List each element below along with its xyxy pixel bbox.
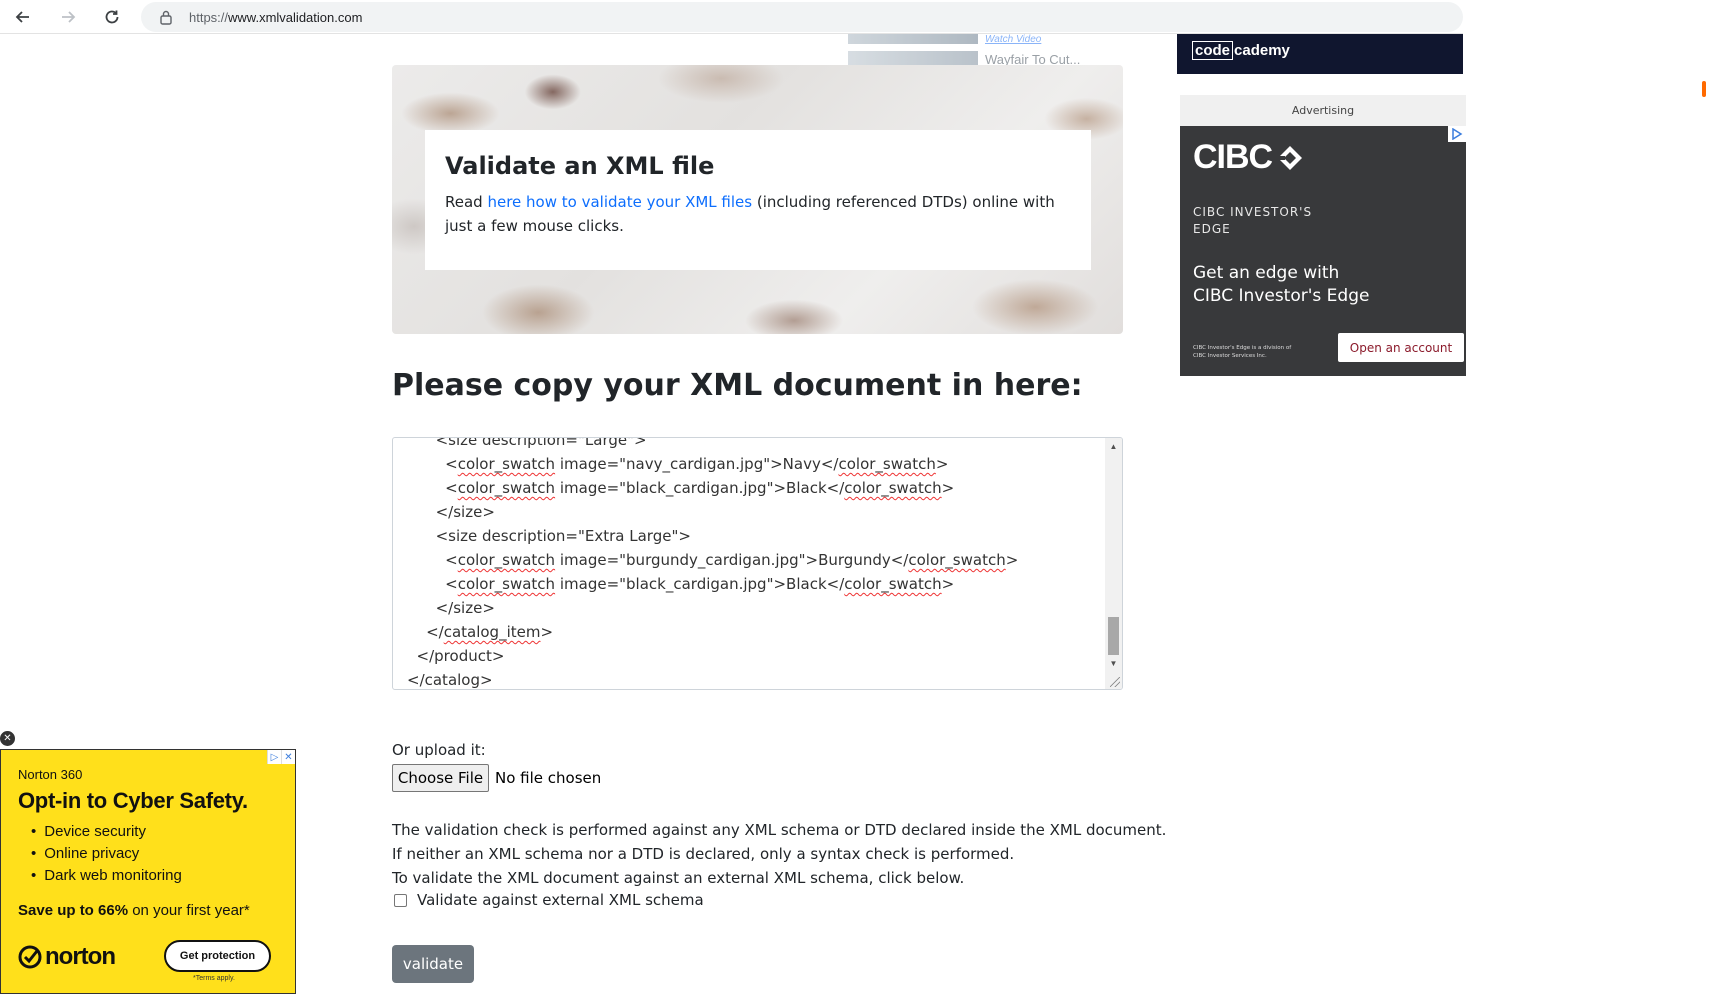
norton-terms: *Terms apply. [193, 975, 235, 982]
url-scheme: https:// [189, 10, 229, 25]
norton-check-icon [18, 945, 42, 969]
cibc-subtitle-line: CIBC INVESTOR'S [1193, 205, 1313, 219]
cibc-ad[interactable]: CIBC CIBC INVESTOR'S EDGE Get an edge wi… [1180, 126, 1466, 376]
checkbox-label[interactable]: Validate against external XML schema [417, 891, 704, 909]
ad-thumbnail[interactable] [848, 51, 978, 65]
advertising-label: Advertising [1180, 95, 1466, 126]
info-line: To validate the XML document against an … [392, 869, 965, 887]
codecademy-ad[interactable]: code cademy [1177, 34, 1463, 74]
banner-card: Validate an XML file Read here how to va… [425, 130, 1091, 270]
back-arrow-icon [15, 11, 29, 23]
ad-watch-video-link[interactable]: Watch Video [985, 34, 1041, 45]
logo-rest-text: cademy [1234, 42, 1290, 59]
adchoices[interactable]: ▷ ✕ [267, 750, 295, 764]
xml-line: <size description="Extra Large"> [407, 527, 691, 545]
file-status: No file chosen [495, 769, 602, 787]
scrollbar-thumb[interactable] [1108, 617, 1119, 655]
how-to-validate-link[interactable]: here how to validate your XML files [487, 193, 752, 211]
resize-grip-icon[interactable] [1110, 677, 1120, 687]
norton-offer: Save up to 66% on your first year* [18, 902, 250, 919]
xml-content: <size description="Large"> <color_swatch… [407, 437, 1019, 689]
xml-line: </size> [407, 503, 495, 521]
logo-boxed-text: code [1192, 41, 1234, 60]
adchoices-icon[interactable]: ▷ [267, 750, 281, 764]
norton-feature-item: Dark web monitoring [31, 865, 182, 887]
xml-line: </product> [407, 647, 505, 665]
url-host: www.xmlvalidation.com [228, 10, 363, 25]
choose-file-button[interactable]: Choose File [392, 764, 489, 792]
norton-ad[interactable]: ▷ ✕ Norton 360 Opt-in to Cyber Safety. D… [0, 749, 296, 994]
cibc-logo: CIBC [1193, 138, 1304, 177]
norton-offer-strong: Save up to 66% [18, 902, 129, 919]
xml-line: </catalog> [407, 671, 493, 689]
norton-feature-list: Device securityOnline privacyDark web mo… [31, 821, 182, 887]
ad-thumbnail[interactable] [848, 34, 978, 44]
textarea-scrollbar[interactable]: ▲ ▼ [1105, 438, 1122, 689]
norton-brand: Norton 360 [18, 767, 83, 782]
info-line: The validation check is performed agains… [392, 821, 1167, 839]
reload-button[interactable] [99, 4, 125, 30]
validation-info: The validation check is performed agains… [392, 818, 1166, 890]
norton-headline: Opt-in to Cyber Safety. [18, 788, 248, 813]
xml-line: <color_swatch image="burgundy_cardigan.j… [407, 551, 1019, 569]
cibc-logo-text: CIBC [1193, 138, 1273, 176]
url-text: https://www.xmlvalidation.com [189, 10, 362, 25]
open-account-button[interactable]: Open an account [1338, 333, 1464, 362]
scroll-up-icon[interactable]: ▲ [1105, 438, 1122, 455]
cibc-chevron-icon [1276, 145, 1303, 170]
close-ad-icon[interactable]: ✕ [281, 750, 295, 764]
back-button[interactable] [10, 4, 36, 30]
lock-icon [160, 10, 172, 25]
codecademy-logo: code cademy [1192, 41, 1290, 60]
norton-feature-item: Online privacy [31, 843, 182, 865]
edge-indicator [1702, 81, 1706, 97]
reload-icon [105, 10, 119, 24]
forward-arrow-icon [62, 11, 76, 23]
norton-offer-rest: on your first year* [128, 902, 250, 919]
norton-logo: norton [18, 943, 116, 971]
cibc-fineprint-line: CIBC Investor's Edge is a division of [1193, 345, 1292, 351]
adchoices-icon[interactable] [1448, 126, 1466, 142]
browser-toolbar: https://www.xmlvalidation.com [0, 0, 1463, 34]
banner-text-before: Read [445, 193, 488, 211]
info-line: If neither an XML schema nor a DTD is de… [392, 845, 1015, 863]
page-heading: Please copy your XML document in here: [392, 368, 1083, 403]
xml-line: </size> [407, 599, 495, 617]
xml-line: </catalog_item> [407, 623, 554, 641]
norton-feature-item: Device security [31, 821, 182, 843]
hero-banner: Validate an XML file Read here how to va… [392, 65, 1123, 334]
xml-line: <color_swatch image="navy_cardigan.jpg">… [407, 455, 949, 473]
external-schema-option[interactable]: Validate against external XML schema [392, 891, 704, 909]
cibc-headline-line: Get an edge with [1193, 263, 1340, 283]
banner-text: Read here how to validate your XML files… [445, 190, 1085, 238]
cibc-fineprint-line: CIBC Investor Services Inc. [1193, 353, 1267, 359]
cibc-headline: Get an edge with CIBC Investor's Edge [1193, 262, 1369, 308]
xml-input-textarea[interactable]: <size description="Large"> <color_swatch… [392, 437, 1123, 690]
xml-line: <size description="Large"> [407, 437, 647, 449]
upload-label: Or upload it: [392, 741, 486, 759]
xml-line: <color_swatch image="black_cardigan.jpg"… [407, 479, 955, 497]
cibc-subtitle-line: EDGE [1193, 222, 1231, 236]
norton-logo-text: norton [45, 943, 116, 970]
external-schema-checkbox[interactable] [394, 893, 407, 907]
address-bar[interactable]: https://www.xmlvalidation.com [141, 2, 1463, 32]
banner-title: Validate an XML file [445, 152, 715, 180]
cibc-fineprint: CIBC Investor's Edge is a division of CI… [1193, 344, 1313, 360]
validate-button[interactable]: validate [392, 945, 474, 983]
xml-line: <color_swatch image="black_cardigan.jpg"… [407, 575, 955, 593]
close-icon[interactable]: ✕ [0, 731, 15, 746]
get-protection-button[interactable]: Get protection [164, 940, 271, 972]
cibc-subtitle: CIBC INVESTOR'S EDGE [1193, 204, 1312, 238]
scroll-down-icon[interactable]: ▼ [1105, 655, 1122, 672]
cibc-headline-line: CIBC Investor's Edge [1193, 286, 1370, 306]
forward-button[interactable] [55, 4, 81, 30]
